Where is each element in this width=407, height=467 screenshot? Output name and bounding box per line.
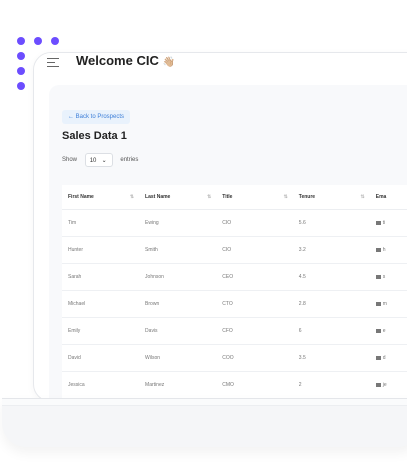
table-header-row: First Name ⇅ Last Name ⇅ Title ⇅ Tenure ⇅ Em… [62,185,407,210]
dot [51,37,59,45]
cell: 4.5 [292,263,370,291]
column-label: Title [222,194,233,200]
sort-icon: ⇅ [207,194,212,200]
table-row: Sarah Johnson CEO 4.5 s [62,263,407,291]
mail-icon [375,328,381,333]
cell: 2.8 [292,290,370,318]
cell: Michael [62,290,140,318]
column-header[interactable]: Title ⇅ [216,185,293,210]
wave-icon: 👋🏼 [162,57,175,68]
email-cell[interactable]: d [369,344,407,372]
mail-icon [375,274,381,279]
back-to-prospects-button[interactable]: ← Back to Prospects [62,110,131,124]
laptop-screen: Welcome CIC 👋🏼 ← Back to Prospects Sales… [33,52,407,402]
table-row: Michael Brown CTO 2.8 m [62,290,407,318]
dot [17,82,25,90]
cell: Hunter [62,236,140,264]
show-label: Show [62,157,78,163]
cell: 3.5 [292,344,370,372]
cell: 6 [292,317,370,345]
email-text: e [382,328,386,334]
cell: CMO [216,371,293,399]
entries-control: Show 10 ⌄ entries [62,152,138,168]
cell: 3.2 [292,236,370,264]
mail-icon [375,355,381,360]
mail-icon [375,382,381,387]
dot [17,67,25,75]
email-text: h [382,247,386,253]
cell: Martinez [139,371,217,399]
menu-icon[interactable] [47,58,59,68]
cell: CFO [216,317,293,345]
email-cell[interactable]: e [369,317,407,345]
entries-select[interactable]: 10 ⌄ [84,153,113,167]
back-button-label: Back to Prospects [75,114,125,120]
column-header[interactable]: Tenure ⇅ [292,185,370,210]
mail-icon [375,247,381,252]
column-header[interactable]: Last Name ⇅ [139,185,217,210]
email-text: je [382,382,387,388]
cell: David [62,344,140,372]
sort-icon: ⇅ [129,194,135,200]
email-cell[interactable]: je [369,371,407,399]
sales-table: First Name ⇅ Last Name ⇅ Title ⇅ Tenure ⇅ Em… [62,185,407,399]
cell: Jessica [62,371,140,399]
column-label: Ema [375,194,387,200]
arrow-left-icon: ← [68,114,74,120]
cell: Tim [62,209,140,237]
email-text: s [382,274,386,280]
column-header[interactable]: First Name ⇅ [62,185,140,210]
table-row: David Wilson COO 3.5 d [62,344,407,372]
email-cell[interactable]: ti [369,209,407,237]
cell: Smith [139,236,217,264]
top-bar: Welcome CIC 👋🏼 [34,53,407,83]
email-cell[interactable]: h [369,236,407,264]
mail-icon [375,220,381,225]
cell: Emily [62,317,140,345]
table-row: Jessica Martinez CMO 2 je [62,371,407,399]
column-label: First Name [68,194,94,200]
dot [17,52,25,60]
page-title: Sales Data 1 [62,130,127,142]
cell: Wilson [139,344,217,372]
entries-label: entries [120,157,139,163]
content-panel: ← Back to Prospects Sales Data 1 Show 10… [49,85,407,401]
table-row: Hunter Smith CIO 3.2 h [62,236,407,264]
column-label: Tenure [298,194,316,200]
cell: Brown [139,290,217,318]
email-cell[interactable]: s [369,263,407,291]
mail-icon [375,301,381,306]
cell: 5.6 [292,209,370,237]
welcome-title: Welcome CIC 👋🏼 [76,53,175,71]
cell: CIO [216,209,293,237]
cell: CIO [216,236,293,264]
email-text: ti [382,220,386,226]
cell: CEO [216,263,293,291]
cell: 2 [292,371,370,399]
table-row: Emily Davis CFO 6 e [62,317,407,345]
cell: Sarah [62,263,140,291]
column-header[interactable]: Ema [369,185,407,210]
dot [17,37,25,45]
sort-icon: ⇅ [360,194,365,200]
cell: Ewing [139,209,217,237]
email-text: d [382,355,386,361]
cell: CTO [216,290,293,318]
email-cell[interactable]: m [369,290,407,318]
cell: COO [216,344,293,372]
laptop-base-edge [2,399,407,406]
email-text: m [382,301,387,307]
dot [34,37,42,45]
sort-icon: ⇅ [283,194,288,200]
column-label: Last Name [145,194,171,200]
welcome-text: Welcome CIC [76,53,159,68]
cell: Davis [139,317,217,345]
laptop-base [2,398,407,447]
table-row: Tim Ewing CIO 5.6 ti [62,209,407,237]
cell: Johnson [139,263,217,291]
entries-value: 10 [89,158,97,164]
chevron-down-icon: ⌄ [101,158,107,164]
